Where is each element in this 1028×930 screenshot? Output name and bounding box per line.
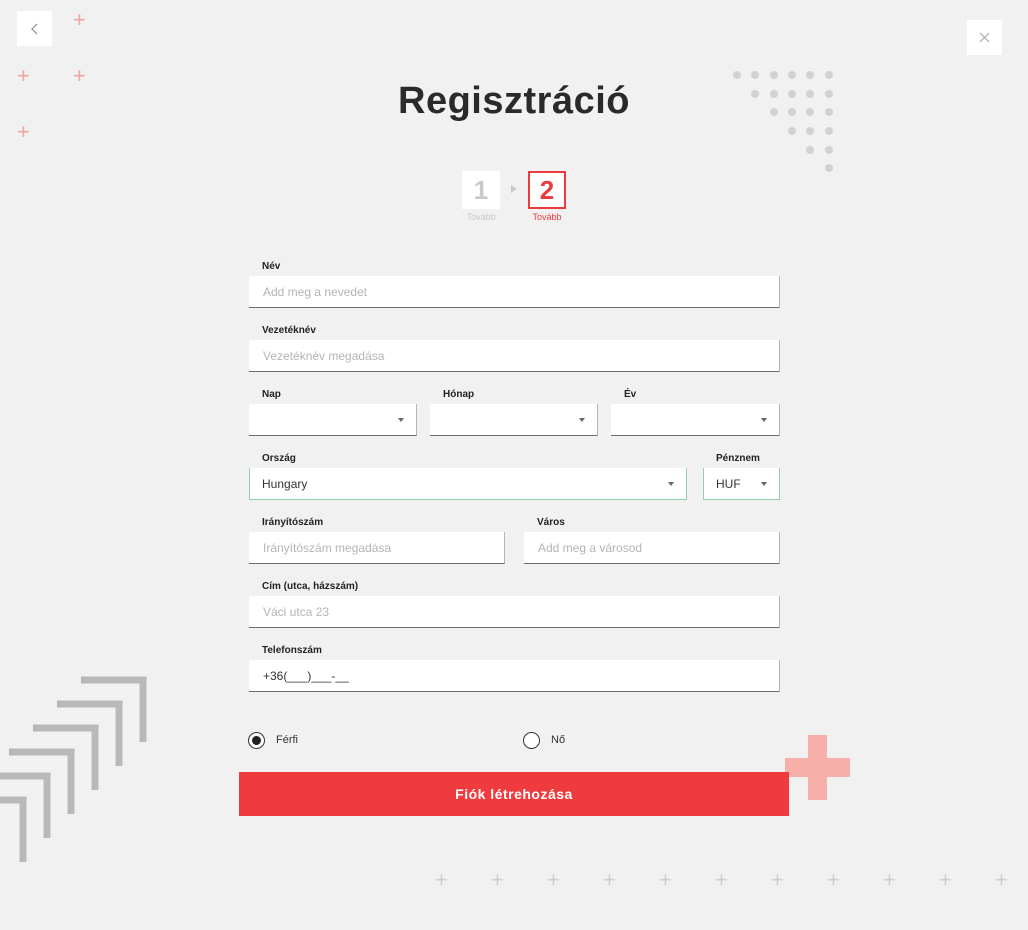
gender-female-label[interactable]: Nő bbox=[551, 734, 565, 746]
caret-down-icon bbox=[761, 418, 767, 422]
close-icon bbox=[979, 32, 990, 43]
city-input[interactable] bbox=[536, 539, 779, 556]
name-label: Név bbox=[262, 261, 281, 272]
phone-input[interactable] bbox=[261, 667, 779, 684]
large-plus-decoration-icon bbox=[785, 735, 850, 800]
plus-decoration-icon: + bbox=[73, 7, 86, 32]
step-2-active[interactable]: 2 bbox=[528, 171, 566, 209]
chevrons-decoration-icon bbox=[0, 676, 147, 862]
caret-down-icon bbox=[398, 418, 404, 422]
city-field[interactable] bbox=[524, 532, 780, 564]
address-field[interactable] bbox=[249, 596, 780, 628]
zip-field[interactable] bbox=[249, 532, 505, 564]
zip-label: Irányítószám bbox=[262, 517, 324, 528]
caret-down-icon bbox=[761, 482, 767, 486]
plus-decoration-icon: + bbox=[17, 119, 30, 144]
country-select[interactable]: Hungary bbox=[249, 468, 687, 500]
month-label: Hónap bbox=[443, 389, 475, 400]
country-value: Hungary bbox=[262, 476, 308, 491]
create-account-button[interactable]: Fiók létrehozása bbox=[239, 772, 789, 816]
gender-male-radio[interactable] bbox=[248, 732, 265, 749]
close-button[interactable] bbox=[967, 20, 1002, 55]
currency-value: HUF bbox=[716, 476, 741, 491]
address-label: Cím (utca, házszám) bbox=[262, 581, 359, 592]
surname-field[interactable] bbox=[249, 340, 780, 372]
surname-label: Vezetéknév bbox=[262, 325, 316, 336]
city-label: Város bbox=[537, 517, 565, 528]
name-input[interactable] bbox=[261, 283, 779, 300]
phone-field[interactable] bbox=[249, 660, 780, 692]
address-input[interactable] bbox=[261, 603, 779, 620]
chevron-left-icon bbox=[30, 23, 37, 34]
radio-selected-dot bbox=[252, 736, 261, 745]
currency-label: Pénznem bbox=[716, 453, 760, 464]
gender-male-label[interactable]: Férfi bbox=[276, 734, 298, 746]
page-title: Regisztráció bbox=[398, 80, 630, 122]
month-select[interactable] bbox=[430, 404, 598, 436]
year-label: Év bbox=[624, 389, 637, 400]
surname-input[interactable] bbox=[261, 347, 779, 364]
step-1-label: Tovább bbox=[466, 212, 496, 222]
name-field[interactable] bbox=[249, 276, 780, 308]
phone-label: Telefonszám bbox=[262, 645, 322, 656]
back-button[interactable] bbox=[17, 11, 52, 46]
gender-female-radio[interactable] bbox=[523, 732, 540, 749]
country-label: Ország bbox=[262, 453, 296, 464]
caret-down-icon bbox=[668, 482, 674, 486]
day-select[interactable] bbox=[249, 404, 417, 436]
zip-input[interactable] bbox=[261, 539, 504, 556]
step-2-label: Tovább bbox=[532, 212, 562, 222]
day-label: Nap bbox=[262, 389, 281, 400]
step-arrow-icon bbox=[511, 185, 517, 193]
currency-select[interactable]: HUF bbox=[703, 468, 780, 500]
step-1[interactable]: 1 bbox=[462, 171, 500, 209]
caret-down-icon bbox=[579, 418, 585, 422]
year-select[interactable] bbox=[611, 404, 780, 436]
